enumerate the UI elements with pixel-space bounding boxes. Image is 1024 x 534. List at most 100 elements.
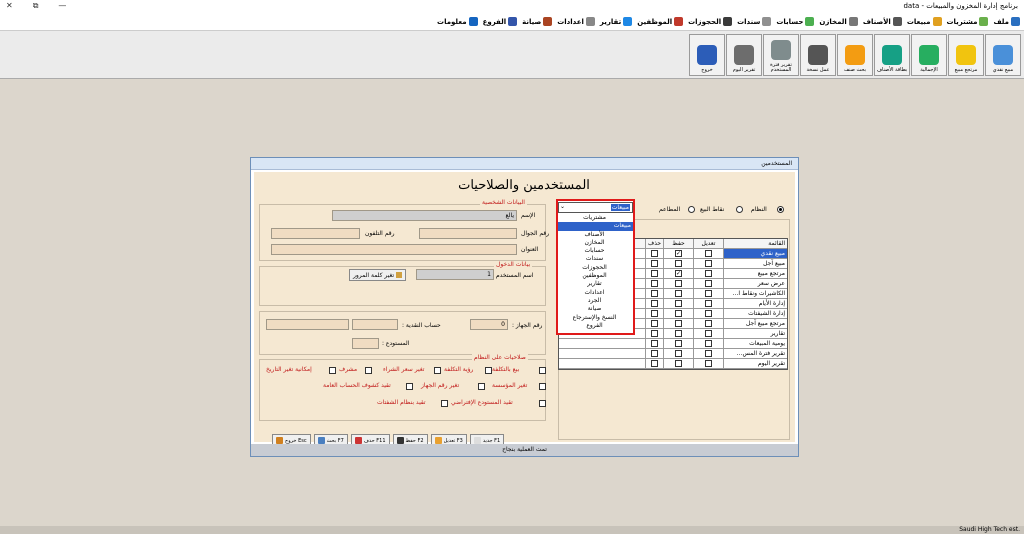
permission-checkbox[interactable]: [705, 360, 712, 367]
mobile-field[interactable]: [419, 228, 517, 239]
minimize-icon[interactable]: —: [58, 1, 66, 11]
permission-checkbox[interactable]: [705, 310, 712, 317]
dropdown-option[interactable]: المخازن: [558, 239, 633, 247]
dropdown-option[interactable]: الحجوزات: [558, 264, 633, 272]
permission-checkbox[interactable]: [675, 280, 682, 287]
type-system-radio[interactable]: [777, 206, 784, 213]
toolbar-button-2[interactable]: الإجمالية: [911, 34, 947, 76]
permission-checkbox[interactable]: [651, 270, 658, 277]
permission-checkbox[interactable]: [705, 290, 712, 297]
permission-checkbox[interactable]: [675, 310, 682, 317]
type-restaurants-radio[interactable]: [688, 206, 695, 213]
perm-see-cost-checkbox[interactable]: [485, 367, 492, 374]
menu-item-11[interactable]: صيانة: [522, 17, 553, 26]
permission-checkbox[interactable]: [675, 340, 682, 347]
table-row[interactable]: تقرير فترة المس...: [559, 349, 787, 359]
perm-change-device-checkbox[interactable]: [478, 383, 485, 390]
perm-restrict-shifts-checkbox[interactable]: [441, 400, 448, 407]
dropdown-field[interactable]: مبيعات ⌄: [558, 202, 633, 213]
permission-checkbox[interactable]: [651, 290, 658, 297]
permission-checkbox[interactable]: [705, 250, 712, 257]
toolbar-button-8[interactable]: خروج: [689, 34, 725, 76]
permission-checkbox[interactable]: [675, 290, 682, 297]
menu-item-9[interactable]: تقارير: [600, 17, 633, 26]
permission-checkbox[interactable]: [651, 310, 658, 317]
permission-checkbox[interactable]: [705, 280, 712, 287]
permission-checkbox[interactable]: ✓: [675, 270, 682, 277]
perm-sell-at-cost-checkbox[interactable]: [539, 367, 546, 374]
permission-checkbox[interactable]: [651, 330, 658, 337]
permission-checkbox[interactable]: [651, 320, 658, 327]
perm-restrict-warehouse-checkbox[interactable]: [539, 400, 546, 407]
dropdown-option[interactable]: تقارير: [558, 280, 633, 288]
permission-checkbox[interactable]: [705, 270, 712, 277]
permission-checkbox[interactable]: [651, 340, 658, 347]
perm-restrict-statements-checkbox[interactable]: [406, 383, 413, 390]
permission-checkbox[interactable]: [675, 360, 682, 367]
perm-change-org-checkbox[interactable]: [539, 383, 546, 390]
dropdown-option[interactable]: حسابات: [558, 247, 633, 255]
menu-item-10[interactable]: اعدادات: [557, 17, 595, 26]
cash-field-1[interactable]: [352, 319, 398, 330]
menu-item-0[interactable]: ملف: [993, 17, 1020, 26]
permission-checkbox[interactable]: [675, 260, 682, 267]
permission-checkbox[interactable]: [705, 300, 712, 307]
username-field[interactable]: 1: [416, 269, 494, 280]
dropdown-option[interactable]: الأصناف: [558, 231, 633, 239]
menu-item-2[interactable]: مبيعات: [907, 17, 942, 26]
menu-item-4[interactable]: المخازن: [819, 17, 858, 26]
warehouse-field[interactable]: [352, 338, 379, 349]
permission-checkbox[interactable]: ✓: [675, 250, 682, 257]
toolbar-button-3[interactable]: بطاقة الأصناف: [874, 34, 910, 76]
permission-checkbox[interactable]: [651, 260, 658, 267]
dropdown-option[interactable]: مشتريات: [558, 214, 633, 222]
permission-checkbox[interactable]: [705, 350, 712, 357]
menu-item-3[interactable]: الأصناف: [863, 17, 902, 26]
menu-item-5[interactable]: حسابات: [776, 17, 815, 26]
permission-checkbox[interactable]: [651, 360, 658, 367]
permission-checkbox[interactable]: [705, 260, 712, 267]
cash-field-2[interactable]: [266, 319, 349, 330]
close-icon[interactable]: ✕: [6, 1, 13, 11]
toolbar-button-7[interactable]: تقرير اليوم: [726, 34, 762, 76]
menu-item-12[interactable]: الفروع: [483, 17, 518, 26]
permission-checkbox[interactable]: [675, 330, 682, 337]
change-password-button[interactable]: تغير كلمة المرور: [349, 269, 407, 281]
perm-change-price-checkbox[interactable]: [434, 367, 441, 374]
permission-checkbox[interactable]: [675, 300, 682, 307]
table-row[interactable]: تقرير اليوم: [559, 359, 787, 369]
toolbar-button-0[interactable]: مبيع نقدي: [985, 34, 1021, 76]
dropdown-option[interactable]: الفروع: [558, 322, 633, 330]
menu-item-6[interactable]: سندات: [737, 17, 772, 26]
dropdown-option[interactable]: الجرد: [558, 297, 633, 305]
permission-checkbox[interactable]: [651, 300, 658, 307]
permission-checkbox[interactable]: [651, 280, 658, 287]
permission-checkbox[interactable]: [705, 340, 712, 347]
restore-icon[interactable]: ⧉: [33, 1, 39, 11]
phone-field[interactable]: [271, 228, 360, 239]
menu-item-8[interactable]: الموظفين: [637, 17, 684, 26]
perm-change-date-checkbox[interactable]: [329, 367, 336, 374]
name-field[interactable]: يالع: [332, 210, 517, 221]
permission-checkbox[interactable]: [675, 350, 682, 357]
dropdown-option[interactable]: مبيعات: [558, 222, 633, 231]
toolbar-button-4[interactable]: بحث صنف: [837, 34, 873, 76]
table-row[interactable]: يومية المبيعات: [559, 339, 787, 349]
chevron-down-icon[interactable]: ⌄: [560, 203, 565, 210]
dropdown-option[interactable]: الموظفين: [558, 272, 633, 280]
permission-checkbox[interactable]: [705, 330, 712, 337]
dropdown-option[interactable]: النسخ والإسترجاع: [558, 314, 633, 322]
toolbar-button-5[interactable]: عمل نسخة: [800, 34, 836, 76]
menu-item-13[interactable]: معلومات: [437, 17, 478, 26]
perm-supervisor-checkbox[interactable]: [365, 367, 372, 374]
permission-checkbox[interactable]: [651, 350, 658, 357]
toolbar-button-6[interactable]: تقرير فترة المستخدم: [763, 34, 799, 76]
toolbar-button-1[interactable]: مرتجع مبيع: [948, 34, 984, 76]
device-field[interactable]: 0: [470, 319, 508, 330]
type-pos-radio[interactable]: [736, 206, 743, 213]
dropdown-option[interactable]: اعدادات: [558, 289, 633, 297]
dropdown-option[interactable]: صيانة: [558, 305, 633, 313]
permission-checkbox[interactable]: [675, 320, 682, 327]
dropdown-option[interactable]: سندات: [558, 255, 633, 263]
permission-checkbox[interactable]: [651, 250, 658, 257]
